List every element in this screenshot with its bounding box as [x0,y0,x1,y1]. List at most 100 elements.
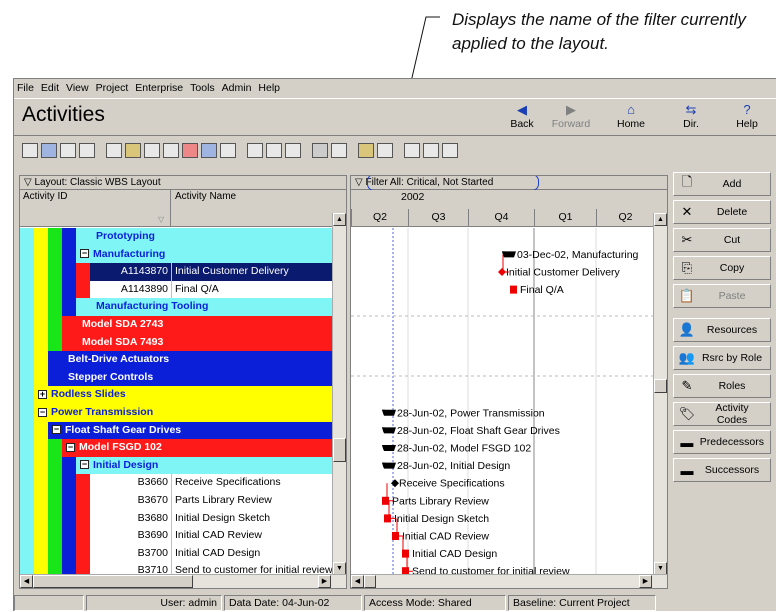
table-row[interactable]: + Rodless Slides [20,386,333,404]
column-header-activity-name[interactable]: Activity Name [172,190,327,226]
spreadsheet-icon[interactable] [220,142,236,158]
table-row[interactable]: Manufacturing Tooling [20,298,333,316]
menu-item-admin[interactable]: Admin [222,82,252,94]
table-row[interactable]: − Manufacturing [20,245,333,264]
back-button[interactable]: ◀ Back [500,102,544,130]
gantt-scroll-left-icon[interactable]: ◀ [351,575,364,588]
menu-item-project[interactable]: Project [96,82,129,94]
network-view-icon[interactable] [79,142,95,158]
resources-button[interactable]: 👤 Resources [673,318,771,342]
home-button[interactable]: ⌂ Home [609,102,653,130]
trace-logic-icon[interactable] [201,142,217,158]
table-row[interactable]: Model SDA 7493 [20,333,333,352]
gantt-scroll-thumb[interactable] [654,379,667,393]
activity-details-icon[interactable] [125,142,141,158]
roles-button[interactable]: ✎ Roles [673,374,771,398]
table-row[interactable]: Model SDA 2743 [20,315,333,334]
table-row[interactable]: Prototyping [20,228,333,246]
menu-item-help[interactable]: Help [258,82,280,94]
button-label: Activity Codes [715,402,749,426]
cut-button[interactable]: ✂ Cut [673,228,771,252]
menu-item-file[interactable]: File [17,82,34,94]
collapse-icon[interactable]: − [52,425,61,435]
activity-cells: B3670 Parts Library Review [90,491,333,510]
collapse-icon[interactable]: − [66,442,75,452]
table-row[interactable]: − Float Shaft Gear Drives [20,421,333,440]
gantt-view-icon[interactable] [41,142,57,158]
gantt-bar-label: 28-Jun-02, Power Transmission [397,407,545,419]
cut-icon: ✂ [681,232,693,247]
wbs-name: Belt-Drive Actuators [68,353,170,366]
table-horizontal-scrollbar[interactable]: ◀ ▶ [20,574,346,588]
table-row[interactable]: A1143890 Final Q/A [20,280,333,299]
bar-chart-icon[interactable] [106,142,122,158]
gantt-hscroll-thumb[interactable] [364,575,376,588]
predecessors-button[interactable]: ▬ Predecessors [673,430,771,454]
collapse-icon[interactable]: − [80,460,89,470]
table-row[interactable]: − Model FSGD 102 [20,439,333,457]
bottom-layout-icon[interactable] [60,142,76,158]
table-row[interactable]: B3690 Initial CAD Review [20,527,333,545]
scroll-left-icon[interactable]: ◀ [20,575,33,588]
level-icon[interactable] [377,142,393,158]
zoom-out-icon[interactable] [423,142,439,158]
table-row[interactable]: Stepper Controls [20,368,333,387]
table-row[interactable]: − Power Transmission [20,403,333,422]
find-icon[interactable] [442,142,458,158]
menu-item-edit[interactable]: Edit [41,82,59,94]
successors-button[interactable]: ▬ Successors [673,458,771,482]
menu-bar: File Edit View Project Enterprise Tools Admin H… [14,79,776,97]
table-row[interactable]: A1143870 Initial Customer Delivery [20,263,333,281]
collapse-icon[interactable]: − [38,407,47,417]
column-header-activity-id[interactable]: Activity ID ▽ [20,190,171,226]
directory-button[interactable]: ⇆ Dir. [669,102,713,130]
expand-icon[interactable]: + [38,390,47,400]
menu-item-tools[interactable]: Tools [190,82,215,94]
group-sort-icon[interactable] [247,142,263,158]
menu-item-view[interactable]: View [66,82,89,94]
gantt-scroll-up-icon[interactable]: ▲ [654,213,667,226]
zoom-in-icon[interactable] [404,142,420,158]
delete-button[interactable]: ✕ Delete [673,200,771,224]
forward-button[interactable]: ▶ Forward [549,102,593,130]
gantt-vertical-scrollbar[interactable]: ▲ ▼ [653,213,667,575]
table-view-icon[interactable] [22,142,38,158]
scroll-thumb[interactable] [333,438,346,462]
scroll-right-icon[interactable]: ▶ [318,575,331,588]
layout-options-icon[interactable] [331,142,347,158]
table-row[interactable]: − Initial Design [20,456,333,475]
activity-id-cell: A1143870 [90,263,172,281]
table-row[interactable]: B3700 Initial CAD Design [20,544,333,563]
layout-name[interactable]: ▽ Layout: Classic WBS Layout [20,176,346,190]
schedule-icon[interactable] [358,142,374,158]
activity-cells: A1143870 Initial Customer Delivery [90,263,333,281]
table-row[interactable]: B3680 Initial Design Sketch [20,509,333,528]
table-row[interactable]: B3660 Receive Specifications [20,474,333,492]
usage-icon[interactable] [182,142,198,158]
activity-rows: Prototyping − Manufacturing A1143870 Initial… [20,228,333,580]
gantt-horizontal-scrollbar[interactable]: ◀ ▶ [351,574,667,588]
collapse-icon[interactable]: − [80,249,89,259]
profile-icon[interactable] [163,142,179,158]
table-row[interactable]: Belt-Drive Actuators [20,351,333,369]
wbs-level-bars [20,280,90,299]
rsrc-by-role-button[interactable]: 👥 Rsrc by Role [673,346,771,370]
add-button[interactable]: 🗋 Add [673,172,771,196]
table-vertical-scrollbar[interactable]: ▲ ▼ [332,213,346,575]
help-button[interactable]: ? Help [725,102,769,130]
menu-item-enterprise[interactable]: Enterprise [135,82,183,94]
status-baseline: Baseline: Current Project [508,594,656,611]
activity-codes-button[interactable]: 🏷 Activity Codes [673,402,771,426]
button-label: Predecessors [699,436,764,448]
filter-icon[interactable] [312,142,328,158]
bars-icon[interactable] [285,142,301,158]
scroll-up-icon[interactable]: ▲ [333,213,346,226]
hscroll-thumb[interactable] [33,575,193,588]
gantt-scroll-right-icon[interactable]: ▶ [639,575,652,588]
paste-button[interactable]: 📋 Paste [673,284,771,308]
columns-icon[interactable] [266,142,282,158]
histogram-icon[interactable] [144,142,160,158]
filter-name[interactable]: ▽ Filter All: Critical, Not Started [351,176,667,190]
copy-button[interactable]: ⎘ Copy [673,256,771,280]
table-row[interactable]: B3670 Parts Library Review [20,491,333,510]
